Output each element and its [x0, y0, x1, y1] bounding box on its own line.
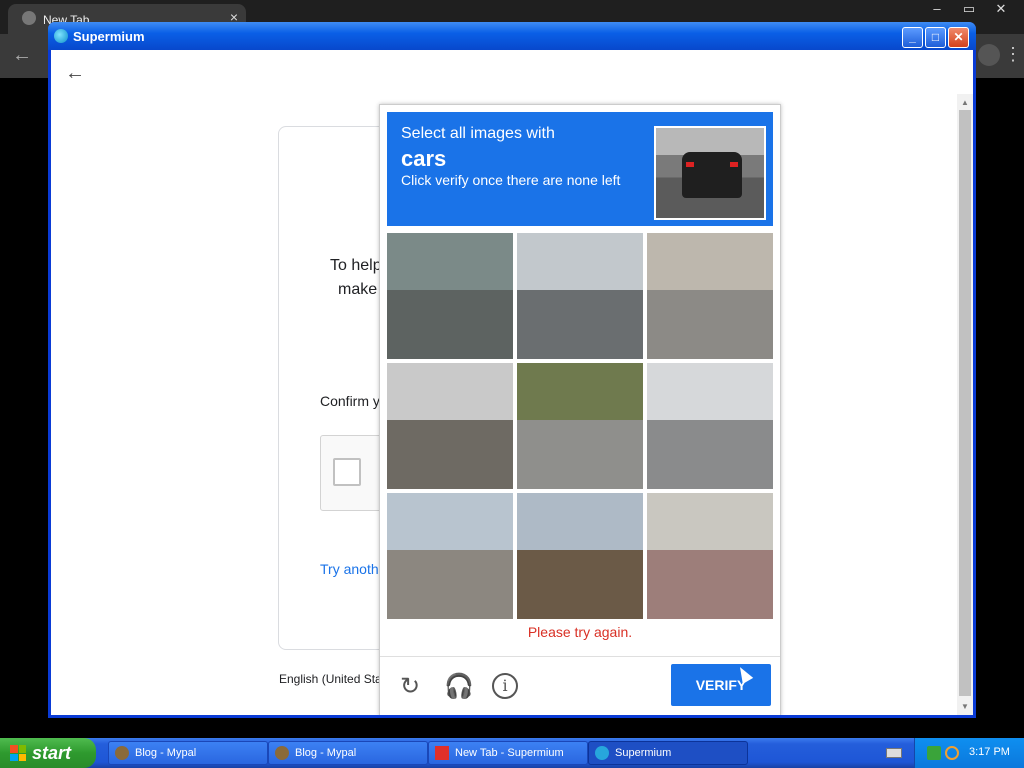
captcha-challenge: Select all images with cars Click verify… — [379, 104, 781, 715]
captcha-tile[interactable] — [647, 363, 773, 489]
restore-icon[interactable]: ▭ — [956, 0, 982, 20]
background-window-controls: – ▭ ✕ — [924, 0, 1014, 20]
taskbar-item-new-tab-supermium[interactable]: New Tab - Supermium — [428, 741, 588, 765]
captcha-tile[interactable] — [647, 493, 773, 619]
tile-image-upper — [517, 233, 643, 290]
captcha-tile[interactable] — [387, 233, 513, 359]
taskbar-item-supermium[interactable]: Supermium — [588, 741, 748, 765]
start-label: start — [32, 743, 72, 763]
tail-light — [730, 162, 738, 167]
captcha-tile[interactable] — [387, 363, 513, 489]
desktop: New Tab × – ▭ ✕ ← ⋮ Supermium _ □ ✕ ← To… — [0, 0, 1024, 768]
captcha-target-object: cars — [401, 146, 447, 171]
tail-light — [686, 162, 694, 167]
reload-icon[interactable]: ↻ — [396, 673, 424, 701]
minimize-icon[interactable]: – — [924, 0, 950, 20]
tile-image-lower — [647, 289, 773, 359]
car-shape — [682, 152, 742, 198]
window-titlebar[interactable]: Supermium _ □ ✕ — [48, 22, 976, 50]
minimize-button[interactable]: _ — [902, 27, 923, 48]
avatar[interactable] — [978, 44, 1000, 66]
mypal-icon — [115, 746, 129, 760]
captcha-tile[interactable] — [517, 233, 643, 359]
tile-image-upper — [647, 363, 773, 420]
scroll-down-arrow-icon[interactable]: ▼ — [961, 702, 969, 711]
close-icon[interactable]: ✕ — [988, 0, 1014, 20]
start-button[interactable]: start — [0, 738, 96, 768]
close-button[interactable]: ✕ — [948, 27, 969, 48]
captcha-image-grid — [387, 233, 773, 619]
maximize-button[interactable]: □ — [925, 27, 946, 48]
captcha-tile[interactable] — [647, 233, 773, 359]
system-tray: 3:17 PM — [914, 738, 1024, 768]
card-text-line-2: make — [338, 281, 378, 298]
mypal-icon — [275, 746, 289, 760]
scrollbar-thumb[interactable] — [959, 110, 971, 696]
window-content: ← To help make Confirm y Try anoth Engli… — [51, 50, 973, 715]
tile-image-lower — [517, 289, 643, 359]
headphones-icon[interactable]: 🎧 — [444, 673, 474, 701]
kebab-menu-icon[interactable]: ⋮ — [1004, 44, 1022, 65]
network-icon[interactable] — [927, 746, 941, 760]
taskbar-item-label: New Tab - Supermium — [455, 747, 564, 759]
tile-image-lower — [517, 549, 643, 619]
language-selector[interactable]: English (United Sta — [279, 672, 382, 686]
info-icon[interactable]: i — [492, 673, 518, 699]
keyboard-icon[interactable] — [886, 748, 902, 758]
taskbar-item-label: Blog - Mypal — [295, 747, 357, 759]
tile-image-lower — [647, 419, 773, 489]
tile-image-upper — [387, 233, 513, 290]
supermium-logo-icon — [54, 29, 68, 43]
windows-logo-icon — [10, 745, 26, 761]
scroll-up-arrow-icon[interactable]: ▲ — [961, 98, 969, 107]
tile-image-lower — [647, 549, 773, 619]
verify-button[interactable]: VERIFY — [671, 664, 771, 706]
tile-image-upper — [387, 363, 513, 420]
captcha-header: Select all images with cars Click verify… — [387, 112, 773, 226]
taskbar: start Blog - Mypal Blog - Mypal New Tab … — [0, 738, 1024, 768]
search-icon[interactable] — [945, 746, 959, 760]
captcha-prompt: Select all images with — [401, 125, 555, 142]
scrollbar[interactable]: ▲ ▼ — [957, 94, 973, 715]
taskbar-item-blog-mypal-1[interactable]: Blog - Mypal — [108, 741, 268, 765]
taskbar-item-label: Blog - Mypal — [135, 747, 197, 759]
try-another-way-link[interactable]: Try anoth — [320, 561, 379, 577]
supermium-logo-icon — [595, 746, 609, 760]
supermium-window: Supermium _ □ ✕ ← To help make Confirm y… — [48, 22, 976, 718]
captcha-error-message: Please try again. — [527, 624, 633, 640]
taskbar-item-blog-mypal-2[interactable]: Blog - Mypal — [268, 741, 428, 765]
captcha-divider — [380, 656, 780, 657]
recaptcha-checkbox[interactable] — [333, 458, 361, 486]
tile-image-upper — [387, 493, 513, 550]
tile-image-lower — [517, 419, 643, 489]
tile-image-upper — [647, 233, 773, 290]
tile-image-upper — [517, 363, 643, 420]
clock: 3:17 PM — [969, 746, 1010, 758]
taskbar-item-label: Supermium — [615, 747, 672, 759]
captcha-instruction: Click verify once there are none left — [401, 172, 621, 188]
back-arrow-icon[interactable]: ← — [65, 62, 85, 85]
tile-image-upper — [517, 493, 643, 550]
card-text-line-1: To help — [330, 257, 382, 274]
tile-image-upper — [647, 493, 773, 550]
captcha-tile[interactable] — [517, 363, 643, 489]
tile-image-lower — [387, 549, 513, 619]
confirm-label: Confirm y — [320, 393, 380, 409]
captcha-sample-image — [654, 126, 766, 220]
tile-image-lower — [387, 289, 513, 359]
back-arrow-icon[interactable]: ← — [12, 44, 32, 67]
globe-icon — [22, 11, 36, 25]
new-tab-icon — [435, 746, 449, 760]
tile-image-lower — [387, 419, 513, 489]
captcha-tile[interactable] — [387, 493, 513, 619]
captcha-tile[interactable] — [517, 493, 643, 619]
window-title: Supermium — [73, 29, 145, 44]
